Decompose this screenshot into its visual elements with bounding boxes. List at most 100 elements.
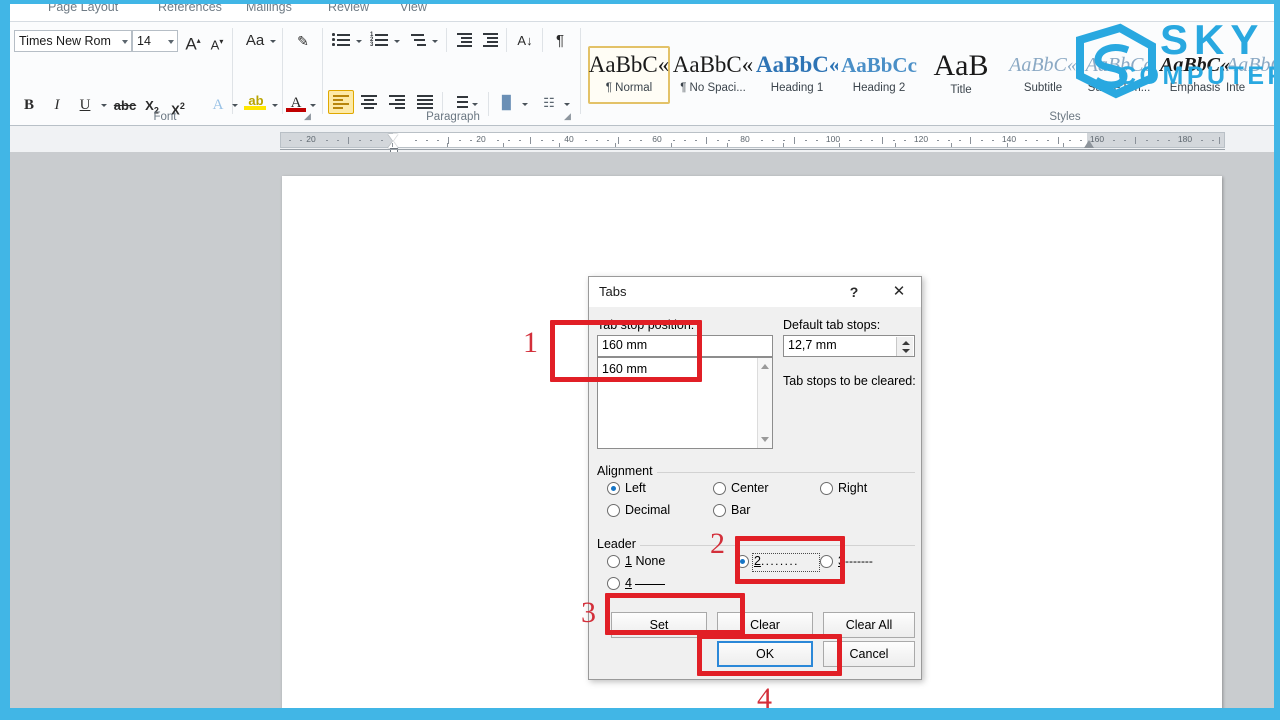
chevron-down-icon[interactable] (761, 437, 769, 442)
bullets-icon[interactable] (332, 30, 352, 48)
font-group-label: Font (153, 111, 177, 123)
ruler-label: 20 (306, 134, 316, 144)
chevron-down-icon[interactable] (432, 40, 438, 43)
style-item-heading-2[interactable]: AaBbCc Heading 2 (838, 48, 920, 104)
decrease-indent-icon[interactable] (454, 30, 474, 48)
tab-stop-marker[interactable] (1084, 140, 1094, 148)
chevron-down-icon[interactable] (272, 104, 278, 107)
ribbon-tab-view[interactable]: View (400, 4, 427, 14)
style-preview: AaBbC« (756, 52, 838, 77)
font-size-combo[interactable]: 14 (132, 30, 178, 52)
ribbon-tab-page-layout[interactable]: Page Layout (48, 4, 118, 14)
tab-stops-cleared-label: Tab stops to be cleared: (783, 374, 916, 388)
leader-number: 1 (625, 554, 632, 568)
annotation-box-1 (550, 320, 702, 382)
style-preview: AaBbC« (1159, 54, 1231, 76)
ruler-label: 60 (652, 134, 662, 144)
font-dialog-launcher-icon[interactable]: ◢ (302, 111, 313, 122)
change-case-icon[interactable]: Aa (242, 30, 268, 52)
increase-indent-icon[interactable] (480, 30, 500, 48)
style-item-emphasis[interactable]: AaBbC« Emphasis (1154, 48, 1236, 104)
style-preview: AaBbC« (1009, 54, 1077, 76)
ribbon-tab-mailings[interactable]: Mailings (246, 4, 292, 14)
annotation-box-4 (697, 634, 842, 676)
style-preview: AaBbC« (1226, 54, 1274, 76)
multilevel-list-icon[interactable] (408, 30, 428, 48)
annotation-box-2 (735, 536, 845, 584)
style-name: Emphasis (1169, 82, 1221, 94)
clear-formatting-icon[interactable]: ✎ (292, 30, 314, 52)
chevron-down-icon[interactable] (472, 103, 478, 106)
style-item-intense[interactable]: AaBbC« Inte (1226, 48, 1274, 104)
horizontal-ruler[interactable]: 20 20 40 60 80 100 120 140 160 180 (280, 132, 1225, 155)
align-left-icon[interactable] (331, 93, 351, 111)
spinner-down-icon[interactable] (901, 349, 910, 353)
ribbon-tab-review[interactable]: Review (328, 4, 369, 14)
chevron-down-icon[interactable] (564, 103, 570, 106)
show-formatting-marks-icon[interactable]: ¶ (550, 30, 570, 52)
default-tab-stops-spinner[interactable] (896, 337, 913, 356)
style-item-heading-1[interactable]: AaBbC« Heading 1 (756, 48, 838, 104)
style-preview: AaBbC« (672, 52, 754, 77)
spinner-up-icon[interactable] (901, 341, 910, 345)
leader-number: 4 (625, 576, 632, 590)
paragraph-dialog-launcher-icon[interactable]: ◢ (562, 111, 573, 122)
leader-label: None (635, 554, 666, 568)
ribbon-tab-references[interactable]: References (158, 4, 222, 14)
chevron-down-icon[interactable] (122, 40, 128, 44)
close-icon[interactable]: ✕ (887, 282, 911, 302)
style-name: Title (950, 84, 972, 96)
radio-label: Decimal (625, 503, 671, 517)
ruler-label: 80 (740, 134, 750, 144)
style-name: ¶ Normal (605, 82, 653, 94)
leader-caption: Leader (597, 537, 640, 551)
styles-group-label: Styles (1049, 111, 1081, 123)
shrink-font-icon[interactable]: A▾ (206, 31, 228, 56)
leader-label: ------- (844, 554, 873, 568)
radio-label: Right (838, 481, 868, 495)
radio-mark (713, 504, 726, 517)
ribbon-tab-strip: Page Layout References Mailings Review V… (10, 4, 1274, 21)
list-scrollbar[interactable] (757, 358, 772, 448)
sort-icon[interactable]: A↓ (514, 30, 536, 52)
chevron-down-icon[interactable] (394, 40, 400, 43)
help-icon[interactable]: ? (843, 282, 865, 302)
line-spacing-icon[interactable] (450, 93, 470, 111)
style-name: Heading 1 (770, 82, 824, 94)
radio-label: Bar (731, 503, 751, 517)
style-item-title[interactable]: AaB Title (920, 48, 1002, 104)
screenshot-root: Page Layout References Mailings Review V… (0, 0, 1280, 720)
dialog-titlebar[interactable]: Tabs ? ✕ (589, 277, 921, 307)
style-preview: AaBbCc (841, 53, 917, 77)
ruler-label: 40 (564, 134, 574, 144)
radio-mark (607, 482, 620, 495)
chevron-down-icon[interactable] (356, 40, 362, 43)
style-item-subtitle[interactable]: AaBbC« Subtitle (1002, 48, 1084, 104)
chevron-down-icon[interactable] (232, 104, 238, 107)
grow-font-icon[interactable]: A▴ (182, 30, 204, 56)
style-preview: AaB (933, 49, 989, 82)
style-item-no-spacing[interactable]: AaBbC« ¶ No Spaci... (672, 48, 754, 104)
chevron-up-icon[interactable] (761, 364, 769, 369)
style-name: ¶ No Spaci... (680, 82, 746, 94)
align-center-icon[interactable] (359, 93, 379, 111)
chevron-down-icon[interactable] (101, 104, 107, 107)
chevron-down-icon[interactable] (522, 103, 528, 106)
justify-icon[interactable] (415, 93, 435, 111)
radio-label: Center (731, 481, 769, 495)
annotation-box-3 (605, 593, 745, 635)
paragraph-group-label: Paragraph (426, 111, 480, 123)
annotation-number-1: 1 (523, 326, 538, 359)
chevron-down-icon[interactable] (168, 40, 174, 44)
align-right-icon[interactable] (387, 93, 407, 111)
chevron-down-icon[interactable] (270, 40, 276, 43)
numbering-icon[interactable]: 1 2 3 (370, 30, 390, 48)
font-name-value: Times New Rom (19, 34, 111, 48)
font-name-combo[interactable]: Times New Rom (14, 30, 132, 52)
chevron-down-icon[interactable] (310, 104, 316, 107)
style-item-subtle-emphasis[interactable]: AaBbCc Subtle Em... (1078, 48, 1160, 104)
default-tab-stops-input[interactable]: 12,7 mm (783, 335, 915, 357)
ruler-label: 180 (1177, 134, 1193, 144)
style-item-normal[interactable]: AaBbC« ¶ Normal (588, 48, 670, 104)
default-tab-stops-value: 12,7 mm (788, 338, 837, 352)
